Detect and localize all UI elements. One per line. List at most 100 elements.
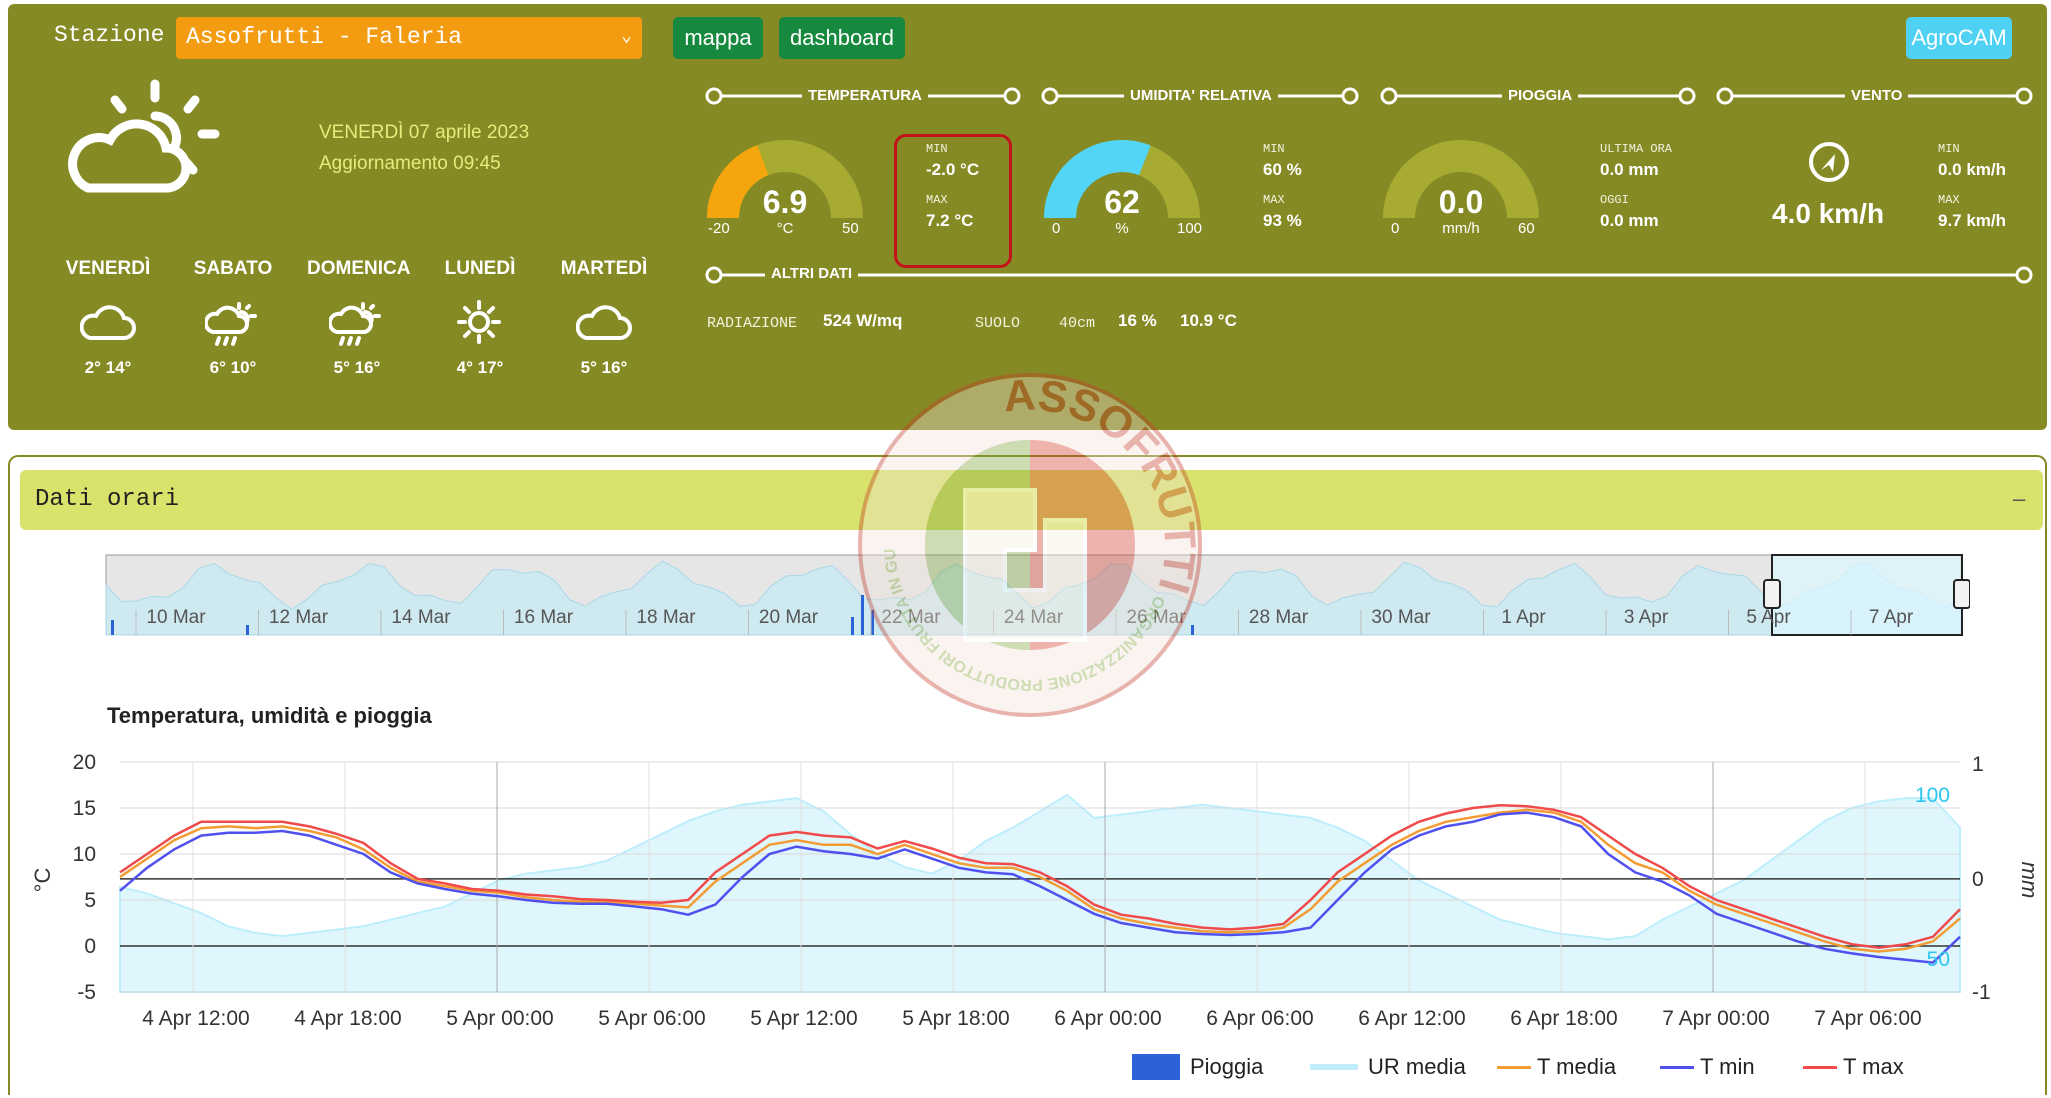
y-axis-tick-label: 10 — [73, 843, 96, 866]
rain-value: 0.0 — [1438, 184, 1484, 220]
x-axis-tick-label: 4 Apr 18:00 — [294, 1007, 401, 1030]
temperature-value: 6.9 — [762, 184, 808, 220]
legend-item-label[interactable]: T min — [1700, 1054, 1755, 1080]
station-label: Stazione — [54, 22, 165, 48]
humidity-unit: % — [1115, 220, 1129, 237]
last-update: Aggiornamento 09:45 — [319, 153, 501, 174]
humidity-max-value: 93 % — [1263, 211, 1302, 230]
navigator-date-label: 18 Mar — [636, 607, 696, 628]
temperature-unit: °C — [776, 220, 794, 237]
x-axis-tick-label: 5 Apr 12:00 — [750, 1007, 857, 1030]
rain-axis-tick-label: 1 — [1972, 753, 1984, 776]
y-axis-label: °C — [30, 868, 55, 893]
humidity-axis-tick-label: 100 — [1915, 784, 1950, 807]
dashboard-button[interactable]: dashboard — [779, 17, 905, 59]
navigator-date-label: 30 Mar — [1371, 607, 1431, 628]
x-axis-tick-label: 6 Apr 06:00 — [1206, 1007, 1313, 1030]
legend-swatch — [1660, 1066, 1694, 1069]
navigator-rain-bar — [246, 625, 249, 635]
x-axis-tick-label: 6 Apr 00:00 — [1054, 1007, 1161, 1030]
y-axis-tick-label: 5 — [84, 889, 96, 912]
temperature-scale-max: 50 — [842, 220, 859, 237]
forecast-day-name: DOMENICA — [307, 258, 411, 279]
radiation-label: RADIAZIONE — [707, 315, 798, 332]
x-axis-tick-label: 6 Apr 12:00 — [1358, 1007, 1465, 1030]
navigator-date-label: 7 Apr — [1869, 607, 1914, 628]
humidity-scale-max: 100 — [1177, 220, 1203, 237]
radiation-value: 524 W/mq — [823, 311, 903, 330]
wind-min-value: 0.0 km/h — [1938, 160, 2007, 179]
rain-unit: mm/h — [1442, 220, 1480, 237]
wind-direction-icon — [1809, 142, 1849, 182]
legend-swatch — [1803, 1066, 1837, 1069]
soil-depth: 40cm — [1059, 315, 1096, 332]
partly-cloudy-icon — [68, 79, 220, 193]
cloud-icon — [80, 305, 136, 340]
collapse-button[interactable]: – — [2013, 486, 2025, 512]
station-select-value: Assofrutti - Faleria — [186, 24, 463, 50]
navigator-date-label: 10 Mar — [146, 607, 206, 628]
temperature-max-label: MAX — [926, 193, 948, 207]
y-axis-tick-label: 20 — [73, 751, 96, 774]
humidity-value: 62 — [1104, 184, 1140, 220]
main-chart: 20151050-54 Apr 12:00 4 Apr 18:00 5 Apr 00… — [30, 751, 2042, 1030]
forecast-day-temps: 2° 14° — [84, 358, 132, 377]
hourly-panel-title: Dati orari — [35, 486, 180, 513]
legend-swatch — [1132, 1054, 1180, 1080]
forecast-day-name: MARTEDÌ — [560, 258, 648, 279]
sun-rain-cloud-icon — [205, 302, 257, 346]
x-axis-tick-label: 7 Apr 06:00 — [1814, 1007, 1921, 1030]
rain-today-value: 0.0 mm — [1600, 211, 1659, 230]
legend-item-label[interactable]: T max — [1843, 1054, 1904, 1080]
navigator-date-label: 28 Mar — [1249, 607, 1309, 628]
agrocam-button[interactable]: AgroCAM — [1906, 17, 2012, 59]
rain-axis-label: mm — [2017, 862, 2042, 899]
station-select[interactable]: Assofrutti - Faleria ⌄ — [176, 17, 642, 59]
rain-scale-min: 0 — [1391, 220, 1400, 237]
navigator-date-label: 16 Mar — [514, 607, 574, 628]
rain-title: PIOGGIA — [1502, 87, 1579, 104]
temperature-minmax-highlight — [894, 134, 1012, 268]
navigator-date-label: 1 Apr — [1501, 607, 1546, 628]
forecast-day-name: LUNEDÌ — [444, 258, 516, 279]
forecast-day-temps: 5° 16° — [580, 358, 628, 377]
soil-label: SUOLO — [975, 315, 1021, 332]
legend-item-label[interactable]: T media — [1537, 1054, 1616, 1080]
humidity-title: UMIDITA' RELATIVA — [1124, 87, 1278, 104]
humidity-max-label: MAX — [1263, 193, 1285, 207]
humidity-min-label: MIN — [1263, 142, 1285, 156]
current-date: VENERDÌ 07 aprile 2023 — [319, 122, 530, 143]
x-axis-tick-label: 6 Apr 18:00 — [1510, 1007, 1617, 1030]
navigator-date-label: 20 Mar — [759, 607, 819, 628]
x-axis-tick-label: 7 Apr 00:00 — [1662, 1007, 1769, 1030]
humidity-min-value: 60 % — [1263, 160, 1302, 179]
navigator-date-label: 5 Apr — [1746, 607, 1791, 628]
navigator-date-label: 14 Mar — [391, 607, 451, 628]
y-axis-tick-label: 15 — [73, 797, 96, 820]
chart-title: Temperatura, umidità e pioggia — [107, 703, 432, 728]
humidity-axis-tick-label: 50 — [1927, 948, 1950, 971]
navigator-date-label: 3 Apr — [1624, 607, 1669, 628]
legend-item-label[interactable]: Pioggia — [1190, 1054, 1263, 1080]
rain-axis-tick-label: -1 — [1972, 981, 1991, 1004]
forecast-day-temps: 6° 10° — [209, 358, 257, 377]
navigator-rain-bar — [111, 620, 114, 635]
rain-axis-tick-label: 0 — [1972, 868, 1984, 891]
mappa-button[interactable]: mappa — [673, 17, 763, 59]
rain-last-hour-label: ULTIMA ORA — [1600, 142, 1673, 156]
other-data-title: ALTRI DATI — [765, 265, 859, 282]
temperature-max-value: 7.2 °C — [926, 211, 974, 230]
temperature-min-label: MIN — [926, 142, 948, 156]
forecast-day-temps: 5° 16° — [333, 358, 381, 377]
navigator-rain-bar — [851, 617, 854, 635]
sun-icon — [457, 300, 501, 344]
y-axis-tick-label: -5 — [77, 981, 96, 1004]
sun-rain-cloud-icon — [329, 302, 381, 346]
x-axis-tick-label: 5 Apr 06:00 — [598, 1007, 705, 1030]
navigator-handle — [1763, 579, 1781, 609]
rain-scale-max: 60 — [1518, 220, 1535, 237]
temperature-title: TEMPERATURA — [802, 87, 928, 104]
wind-value: 4.0 km/h — [1772, 198, 1885, 229]
x-axis-tick-label: 5 Apr 00:00 — [446, 1007, 553, 1030]
legend-item-label[interactable]: UR media — [1368, 1054, 1466, 1080]
